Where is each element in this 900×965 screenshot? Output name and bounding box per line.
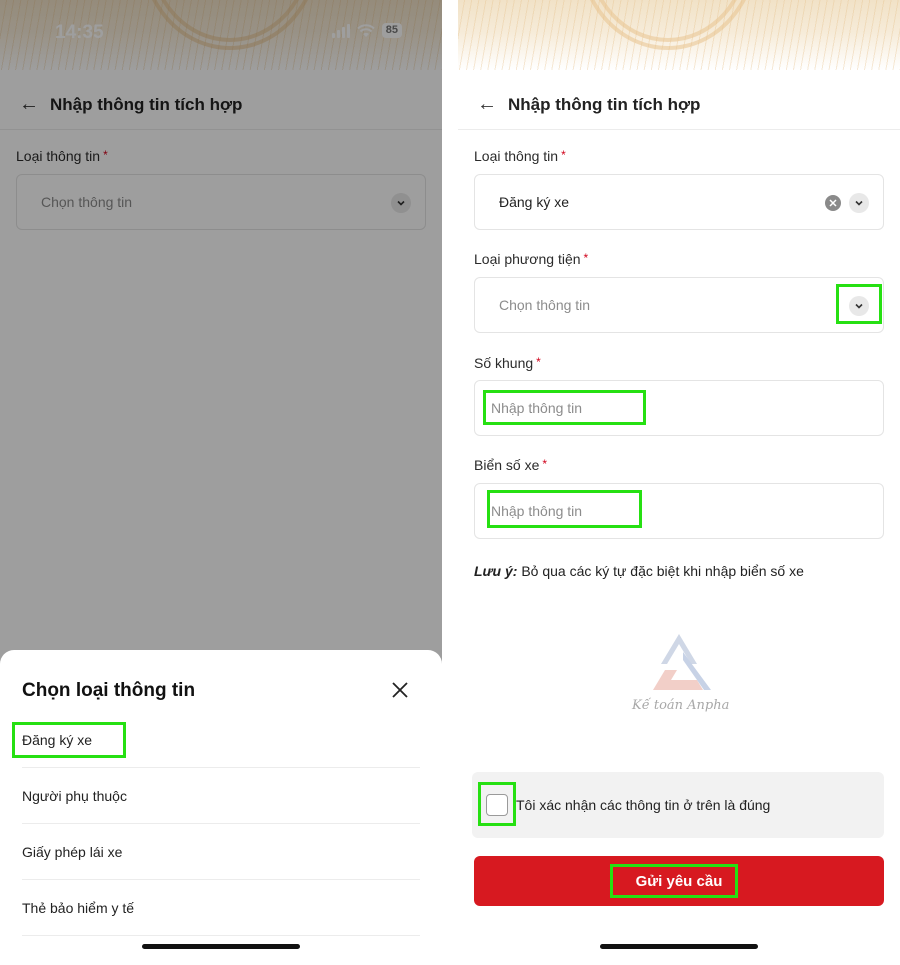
option-health-insurance[interactable]: Thẻ bảo hiểm y tế	[22, 880, 420, 936]
chevron-down-icon[interactable]	[849, 296, 869, 316]
field-label-chassis-number: Số khung *	[474, 355, 541, 371]
info-type-select[interactable]: Đăng ký xe	[474, 174, 884, 230]
vehicle-type-placeholder: Chọn thông tin	[499, 297, 591, 313]
option-vehicle-registration[interactable]: Đăng ký xe	[22, 712, 420, 768]
header-banner	[458, 0, 900, 70]
info-type-value: Đăng ký xe	[499, 194, 570, 210]
home-indicator	[142, 944, 300, 949]
page-title: Nhập thông tin tích hợp	[508, 94, 701, 114]
left-screen: 14:35 85 ← Nhập thông tin tích hợp Loại …	[0, 0, 442, 965]
confirm-label: Tôi xác nhận các thông tin ở trên là đún…	[516, 797, 771, 813]
option-dependent[interactable]: Người phụ thuộc	[22, 768, 420, 824]
vehicle-type-select[interactable]: Chọn thông tin	[474, 277, 884, 333]
plate-number-input[interactable]: Nhập thông tin	[474, 483, 884, 539]
chevron-down-icon[interactable]	[849, 193, 869, 213]
plate-number-placeholder: Nhập thông tin	[491, 503, 583, 519]
select-info-type-sheet: Chọn loại thông tin Đăng ký xe Người phụ…	[0, 650, 442, 965]
required-mark: *	[536, 355, 541, 369]
right-screen: ← Nhập thông tin tích hợp Loại thông tin…	[458, 0, 900, 965]
logo-text: Kế toán Anpha	[632, 698, 730, 713]
sheet-title: Chọn loại thông tin	[22, 680, 196, 701]
required-mark: *	[542, 457, 548, 471]
field-label-vehicle-type: Loại phương tiện *	[474, 251, 589, 267]
required-mark: *	[561, 148, 566, 162]
chassis-number-input[interactable]: Nhập thông tin	[474, 380, 884, 436]
clear-icon[interactable]	[825, 195, 841, 211]
note-text: Bỏ qua các ký tự đặc biệt khi nhập biển …	[517, 563, 804, 579]
note-prefix: Lưu ý:	[474, 563, 518, 579]
field-label-plate-number: Biển số xe *	[474, 457, 548, 473]
field-label-info-type: Loại thông tin *	[474, 148, 566, 164]
plate-note: Lưu ý: Bỏ qua các ký tự đặc biệt khi nhậ…	[474, 563, 804, 579]
confirm-checkbox[interactable]	[486, 794, 508, 816]
back-arrow-icon[interactable]: ←	[476, 93, 498, 116]
page-header: ← Nhập thông tin tích hợp	[458, 80, 900, 130]
close-icon[interactable]	[390, 680, 410, 700]
home-indicator	[600, 944, 758, 949]
confirm-row: Tôi xác nhận các thông tin ở trên là đún…	[472, 772, 884, 838]
chassis-number-placeholder: Nhập thông tin	[491, 400, 583, 416]
required-mark: *	[583, 251, 589, 265]
submit-label: Gửi yêu cầu	[635, 872, 723, 890]
submit-button[interactable]: Gửi yêu cầu	[474, 856, 884, 906]
option-driving-license[interactable]: Giấy phép lái xe	[22, 824, 420, 880]
